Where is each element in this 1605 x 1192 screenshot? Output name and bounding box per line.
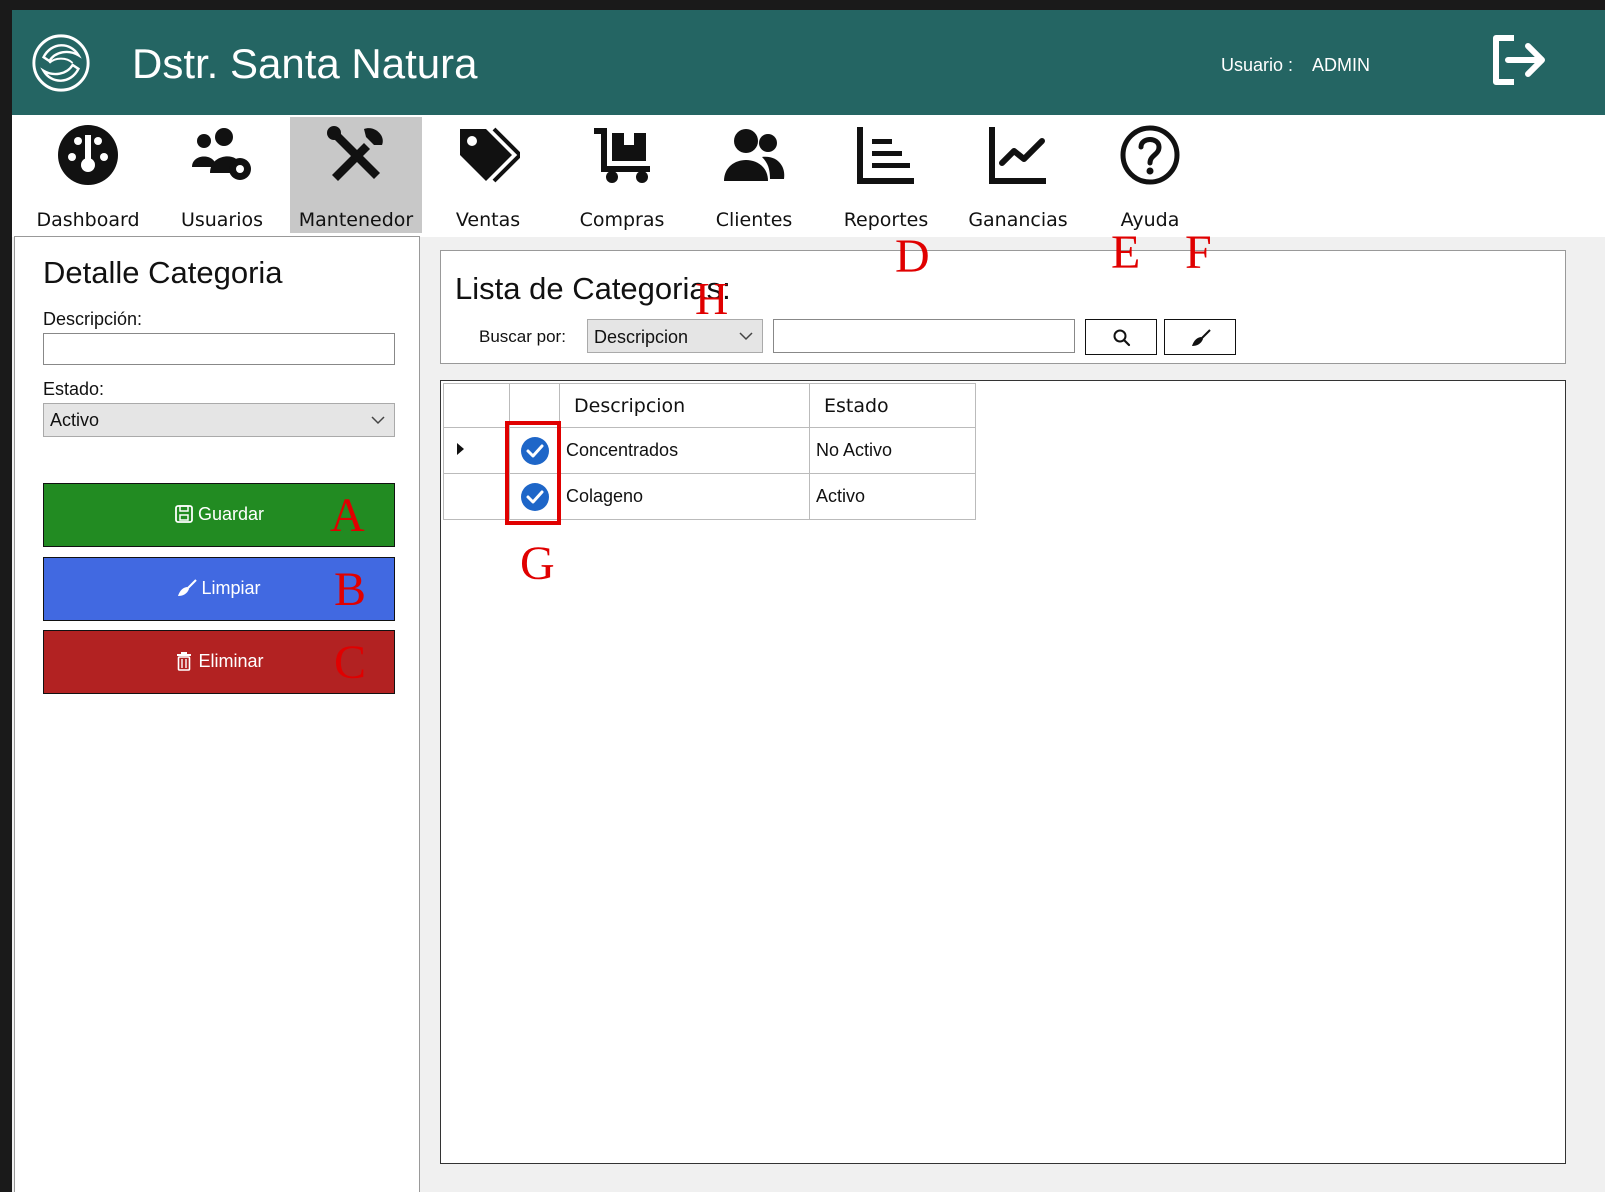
- menu-label: Ganancias: [968, 209, 1068, 231]
- line-chart-icon: [989, 127, 1046, 184]
- buscar-label: Buscar por:: [479, 327, 566, 346]
- menu-item-usuarios[interactable]: Usuarios: [156, 117, 288, 233]
- descripcion-input[interactable]: [43, 333, 395, 365]
- row-selector[interactable]: [443, 473, 510, 520]
- tags-icon: [460, 127, 520, 183]
- menu-item-ayuda[interactable]: Ayuda: [1084, 117, 1216, 233]
- question-icon: [1120, 125, 1180, 185]
- users-gear-icon: [192, 128, 251, 180]
- row-pointer-icon: [457, 443, 464, 455]
- cell-estado: No Activo: [809, 427, 976, 474]
- descripcion-label: Descripción:: [43, 309, 143, 329]
- menu-item-ventas[interactable]: Ventas: [422, 117, 554, 233]
- user-label: Usuario :: [1221, 55, 1294, 75]
- dolly-icon: [594, 128, 650, 183]
- annotation-a: A: [330, 489, 365, 542]
- menu-item-mantenedor[interactable]: Mantenedor: [290, 117, 422, 233]
- annotation-f: F: [1185, 226, 1212, 279]
- save-icon: [175, 505, 193, 523]
- cell-descripcion: Colageno: [559, 473, 810, 520]
- estado-select-value: Activo: [50, 410, 100, 430]
- trash-icon: [177, 652, 192, 671]
- annotation-b: B: [334, 563, 367, 616]
- panel-title: Detalle Categoria: [43, 255, 283, 290]
- menu-label: Clientes: [715, 209, 793, 231]
- menu-label: Compras: [579, 209, 665, 231]
- eliminar-button[interactable]: Eliminar C: [43, 630, 395, 694]
- menu-item-ganancias[interactable]: Ganancias: [952, 117, 1084, 233]
- broom-icon: [1192, 329, 1211, 346]
- menu-label: Dashboard: [36, 209, 140, 231]
- limpiar-button[interactable]: Limpiar B: [43, 557, 395, 621]
- search-button[interactable]: [1085, 319, 1157, 355]
- logo-icon: [32, 34, 90, 92]
- guardar-label: Guardar: [197, 504, 265, 524]
- buscar-select[interactable]: Descripcion: [587, 319, 763, 353]
- annotation-e: E: [1111, 226, 1141, 279]
- app-title: Dstr. Santa Natura: [132, 40, 478, 87]
- column-header-estado[interactable]: Estado: [809, 383, 976, 428]
- menu-item-compras[interactable]: Compras: [556, 117, 688, 233]
- column-header-descripcion[interactable]: Descripcion: [559, 383, 810, 428]
- menu-item-reportes[interactable]: Reportes: [820, 117, 952, 233]
- search-icon: [1113, 329, 1131, 347]
- estado-select[interactable]: Activo: [43, 403, 395, 437]
- estado-label: Estado:: [43, 379, 105, 399]
- app-window: Dstr. Santa Natura Usuario : ADMIN Dashb…: [12, 10, 1605, 1192]
- user-name: ADMIN: [1312, 55, 1370, 75]
- buscar-select-value: Descripcion: [594, 327, 689, 347]
- cell-descripcion: Concentrados: [559, 427, 810, 474]
- chevron-down-icon: [371, 416, 385, 425]
- main-menu: Dashboard Usuarios Mantenedor Ventas Com…: [12, 115, 1605, 237]
- annotation-d: D: [895, 230, 930, 283]
- list-title: Lista de Categorias:: [455, 271, 731, 306]
- menu-label: Reportes: [843, 209, 929, 231]
- eliminar-label: Eliminar: [198, 651, 264, 671]
- row-header-cell: [443, 383, 510, 428]
- menu-label: Mantenedor: [298, 209, 414, 231]
- menu-label: Usuarios: [180, 209, 264, 231]
- chevron-down-icon: [739, 332, 753, 341]
- menu-item-clientes[interactable]: Clientes: [688, 117, 820, 233]
- tools-icon: [327, 126, 383, 181]
- cell-estado: Activo: [809, 473, 976, 520]
- row-selector[interactable]: [443, 427, 510, 474]
- app-header: Dstr. Santa Natura Usuario : ADMIN: [12, 10, 1605, 115]
- detail-panel: Detalle Categoria Descripción: Estado: A…: [14, 236, 420, 1192]
- logout-icon[interactable]: [1484, 30, 1552, 90]
- annotation-c: C: [334, 636, 367, 689]
- guardar-button[interactable]: Guardar A: [43, 483, 395, 547]
- gauge-icon: [58, 125, 118, 185]
- search-panel: Lista de Categorias: Buscar por: Descrip…: [440, 229, 1566, 364]
- clear-search-button[interactable]: [1164, 319, 1236, 355]
- annotation-g: G: [520, 537, 555, 590]
- menu-item-dashboard[interactable]: Dashboard: [22, 117, 154, 233]
- limpiar-label: Limpiar: [201, 578, 261, 598]
- bars-chart-icon: [857, 127, 914, 184]
- user-group-icon: [724, 129, 785, 181]
- categories-grid: Descripcion Estado Concentrados No Activ…: [440, 380, 1566, 1164]
- broom-icon: [178, 579, 198, 596]
- search-input[interactable]: [773, 319, 1075, 353]
- menu-label: Ventas: [455, 209, 521, 231]
- annotation-h: H: [695, 273, 729, 324]
- annotation-g-box: [505, 421, 561, 525]
